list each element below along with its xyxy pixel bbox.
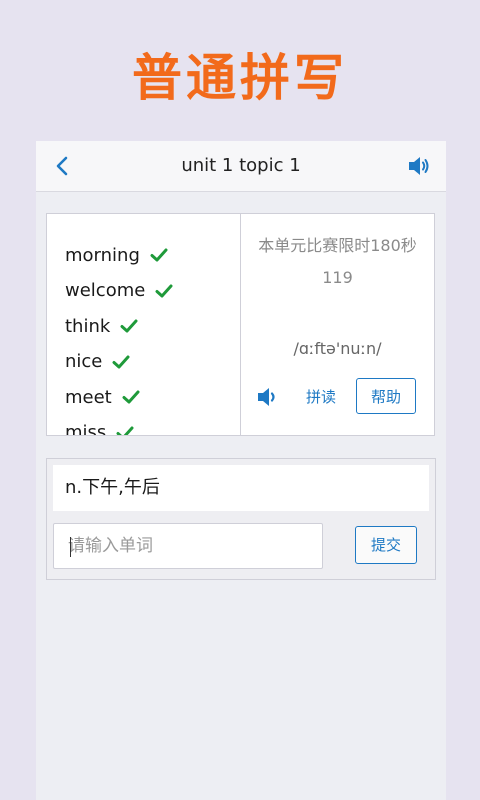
check-icon (112, 355, 130, 369)
check-icon (150, 248, 168, 262)
speaker-icon (409, 157, 429, 175)
time-limit-text: 本单元比赛限时180秒 (258, 236, 417, 255)
list-item: miss (65, 415, 173, 436)
spell-read-button[interactable]: 拼读 (301, 384, 341, 410)
play-pronunciation-button[interactable] (255, 384, 281, 410)
list-item: welcome (65, 273, 173, 309)
text-caret (70, 537, 71, 557)
check-icon (120, 319, 138, 333)
app-screen: unit 1 topic 1 morning welcome think nic… (36, 141, 446, 800)
word-meaning: n.下午,午后 (65, 477, 160, 498)
word-text: nice (65, 351, 103, 373)
countdown-value: 119 (322, 268, 353, 287)
page-title: unit 1 topic 1 (181, 155, 301, 176)
check-icon (116, 426, 134, 435)
meaning-box: n.下午,午后 (53, 465, 429, 511)
list-item: meet (65, 380, 173, 416)
check-icon (122, 390, 140, 404)
list-item: think (65, 309, 173, 345)
speaker-icon (258, 388, 275, 406)
submit-button[interactable]: 提交 (355, 526, 417, 564)
check-icon (155, 284, 173, 298)
app-bar: unit 1 topic 1 (36, 141, 446, 192)
list-item: morning (65, 238, 173, 274)
word-list-panel[interactable]: morning welcome think nice meet miss (46, 213, 241, 436)
phonetic-text: /ɑːftə'nuːn/ (293, 339, 382, 358)
sound-button[interactable] (406, 153, 432, 179)
help-button[interactable]: 帮助 (356, 378, 416, 414)
word-list: morning welcome think nice meet miss (65, 214, 173, 436)
word-text: welcome (65, 280, 146, 302)
list-item: nice (65, 344, 173, 380)
promo-title: 普通拼写 (132, 49, 348, 107)
word-text: miss (65, 422, 107, 436)
word-input[interactable] (53, 523, 323, 569)
word-text: think (65, 315, 111, 337)
word-text: meet (65, 386, 112, 408)
info-panel: 本单元比赛限时180秒 119 /ɑːftə'nuːn/ 拼读 帮助 (240, 213, 435, 436)
answer-panel: n.下午,午后 提交 (46, 458, 436, 580)
word-text: morning (65, 244, 140, 266)
list-item (65, 214, 173, 238)
